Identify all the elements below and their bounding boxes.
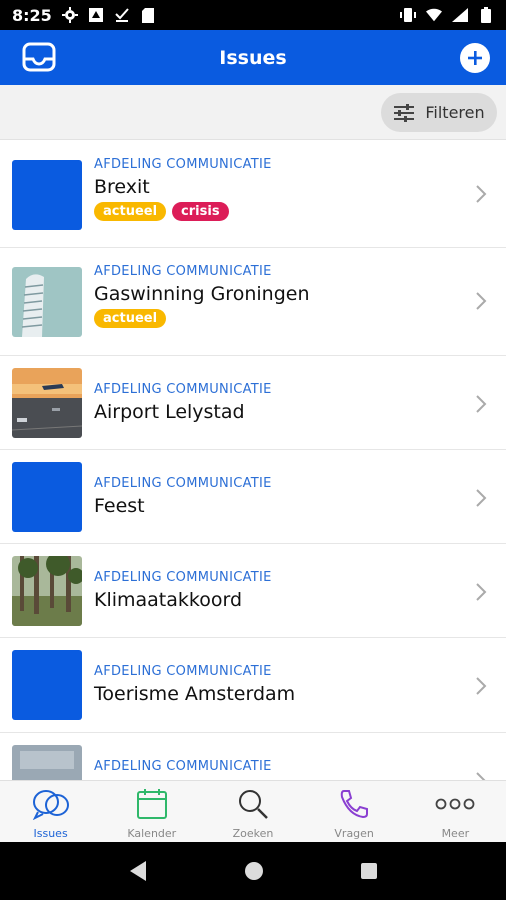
list-item[interactable]: AFDELING COMMUNICATIE — [0, 733, 506, 780]
download-done-icon — [114, 7, 130, 23]
sliders-icon — [394, 103, 415, 122]
tag-actueel: actueel — [94, 309, 167, 328]
tab-label: Kalender — [127, 827, 177, 840]
vibrate-icon — [400, 7, 416, 23]
status-bar: 8:25 — [0, 0, 506, 30]
list-item[interactable]: AFDELING COMMUNICATIE Gaswinning Groning… — [0, 248, 506, 356]
issue-title: Airport Lelystad — [94, 401, 245, 423]
plus-icon — [468, 51, 482, 65]
tab-zoeken[interactable]: Zoeken — [202, 781, 303, 842]
tab-label: Issues — [33, 827, 68, 840]
issue-department: AFDELING COMMUNICATIE — [94, 759, 272, 774]
search-icon — [233, 787, 273, 821]
chevron-right-icon — [476, 185, 487, 203]
tag-crisis: crisis — [172, 202, 229, 221]
tab-label: Zoeken — [232, 827, 274, 840]
tag-actueel: actueel — [94, 202, 167, 221]
tab-label: Vragen — [334, 827, 374, 840]
list-item[interactable]: AFDELING COMMUNICATIE Brexit actueel cri… — [0, 141, 506, 248]
issue-list[interactable]: AFDELING COMMUNICATIE Brexit actueel cri… — [0, 141, 506, 780]
settings-icon — [61, 7, 78, 23]
chevron-right-icon — [476, 489, 487, 507]
chat-bubbles-icon — [31, 787, 71, 821]
wifi-icon — [426, 7, 442, 23]
tab-label: Meer — [441, 827, 470, 840]
battery-icon — [478, 7, 494, 23]
home-icon[interactable] — [244, 861, 264, 881]
issue-department: AFDELING COMMUNICATIE — [94, 382, 272, 397]
back-icon[interactable] — [128, 860, 148, 882]
issue-title: Klimaatakkoord — [94, 589, 243, 611]
issue-thumbnail — [12, 267, 82, 337]
system-nav-bar — [0, 842, 506, 900]
issue-title: Brexit — [94, 176, 150, 198]
issue-title: Toerisme Amsterdam — [94, 683, 296, 705]
issue-thumbnail — [12, 745, 82, 780]
filter-label: Filteren — [425, 103, 485, 122]
issue-title: Gaswinning Groningen — [94, 283, 310, 305]
issue-thumbnail — [12, 556, 82, 626]
status-time: 8:25 — [12, 5, 52, 25]
notification-icon — [88, 7, 104, 23]
issue-department: AFDELING COMMUNICATIE — [94, 476, 272, 491]
issue-thumbnail — [12, 368, 82, 438]
list-item[interactable]: AFDELING COMMUNICATIE Klimaatakkoord — [0, 544, 506, 638]
list-item[interactable]: AFDELING COMMUNICATIE Feest — [0, 450, 506, 544]
calendar-icon — [132, 787, 172, 821]
tab-kalender[interactable]: Kalender — [101, 781, 202, 842]
issue-thumbnail — [12, 462, 82, 532]
tab-vragen[interactable]: Vragen — [304, 781, 405, 842]
bottom-tab-bar: Issues Kalender Zoeken Vragen Meer — [0, 780, 506, 842]
list-item[interactable]: AFDELING COMMUNICATIE Airport Lelystad — [0, 356, 506, 450]
issue-department: AFDELING COMMUNICATIE — [94, 157, 272, 172]
app-bar: Issues — [0, 30, 506, 85]
filter-button[interactable]: Filteren — [381, 93, 497, 132]
issue-department: AFDELING COMMUNICATIE — [94, 264, 272, 279]
tab-issues[interactable]: Issues — [0, 781, 101, 842]
signal-icon — [452, 7, 468, 23]
filter-bar: Filteren — [0, 85, 506, 140]
list-item[interactable]: AFDELING COMMUNICATIE Toerisme Amsterdam — [0, 638, 506, 733]
more-icon — [435, 787, 475, 821]
chevron-right-icon — [476, 677, 487, 695]
tab-meer[interactable]: Meer — [405, 781, 506, 842]
issue-department: AFDELING COMMUNICATIE — [94, 570, 272, 585]
issue-thumbnail — [12, 650, 82, 720]
recents-icon[interactable] — [360, 862, 378, 880]
chevron-right-icon — [476, 772, 486, 780]
page-title: Issues — [219, 46, 287, 69]
chevron-right-icon — [476, 583, 487, 601]
add-issue-button[interactable] — [460, 43, 490, 73]
chevron-right-icon — [476, 395, 487, 413]
phone-icon — [334, 787, 374, 821]
chevron-right-icon — [476, 292, 487, 310]
inbox-icon[interactable] — [22, 42, 56, 72]
sd-card-icon — [140, 7, 156, 23]
issue-thumbnail — [12, 160, 82, 230]
issue-department: AFDELING COMMUNICATIE — [94, 664, 272, 679]
issue-title: Feest — [94, 495, 145, 517]
